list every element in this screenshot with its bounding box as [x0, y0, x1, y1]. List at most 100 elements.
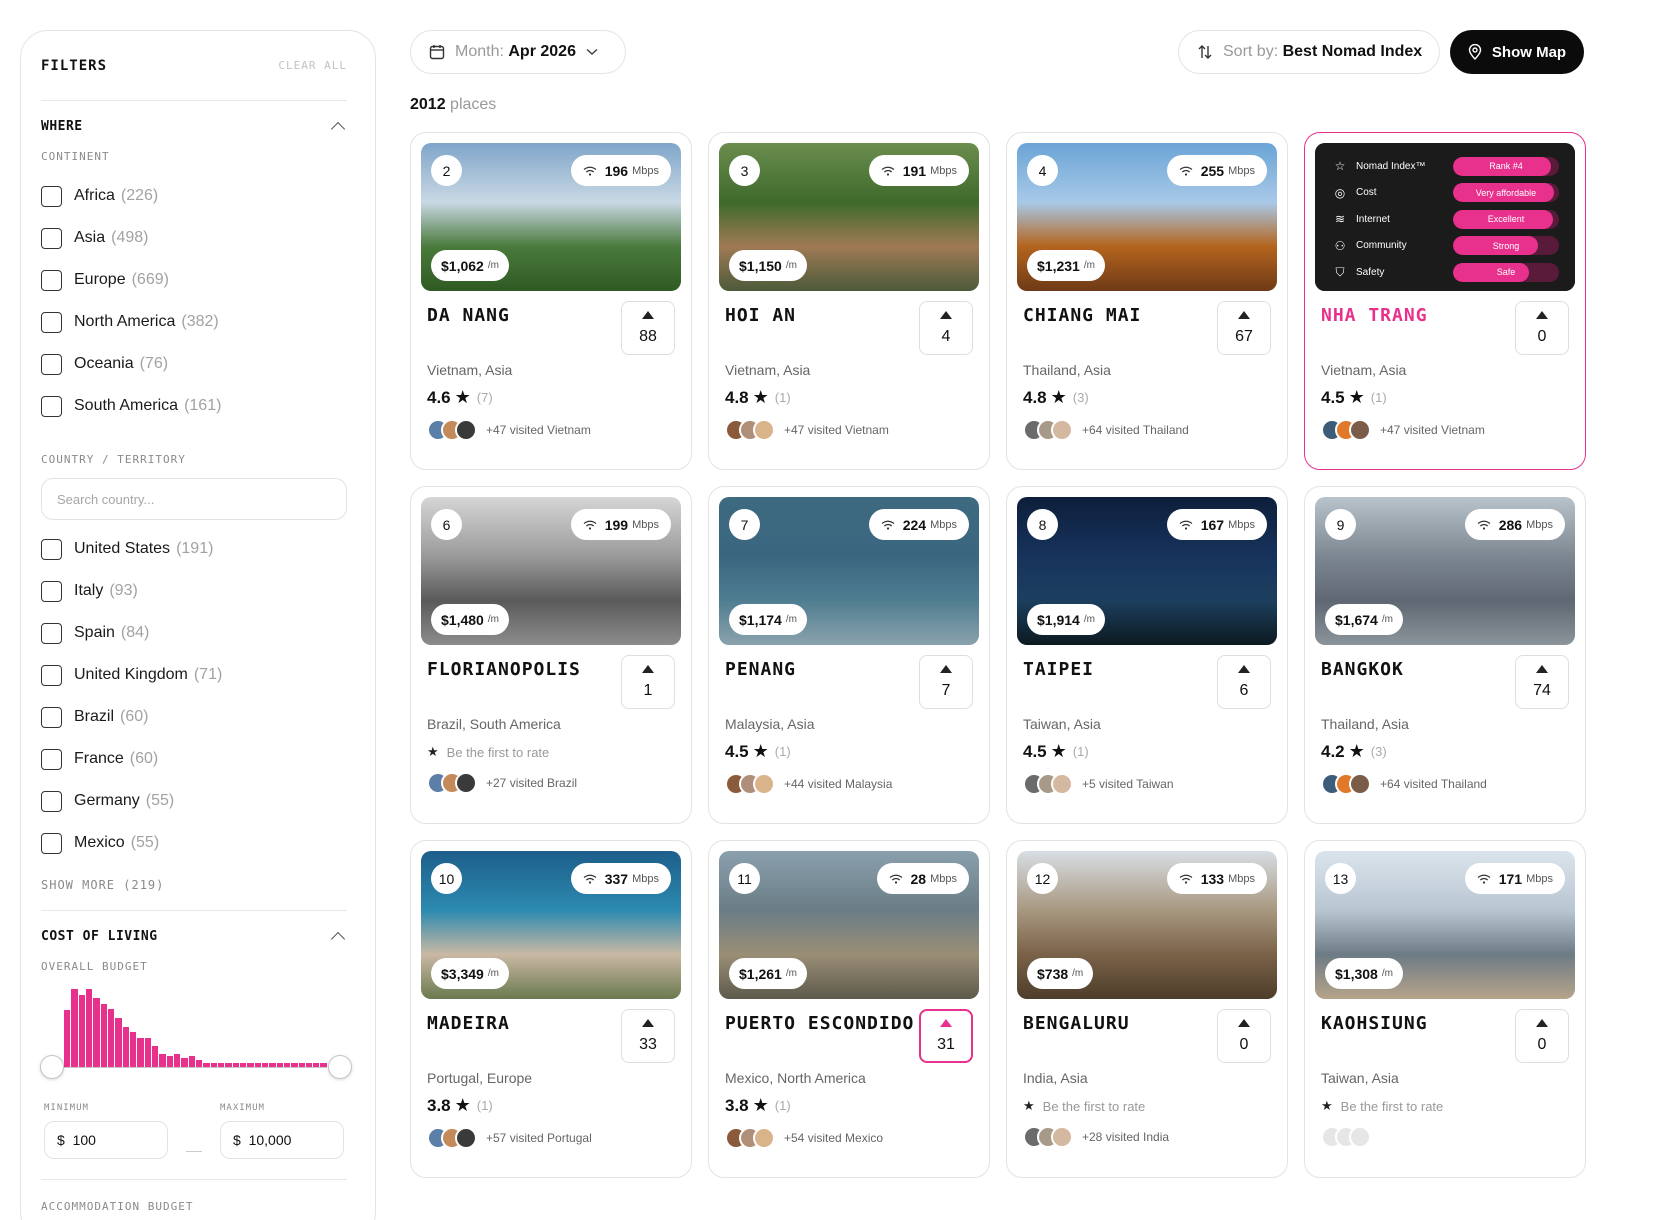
upvote-button[interactable]: 31: [919, 1009, 973, 1063]
place-card[interactable]: 2 196 Mbps $1,062/m DA NANG 88 Vietnam, Asia 4.…: [410, 132, 692, 470]
sort-arrows-icon: [1198, 45, 1212, 59]
checkbox[interactable]: [41, 748, 62, 770]
country-option[interactable]: Brazil (60): [41, 696, 347, 738]
checkbox[interactable]: [41, 353, 62, 375]
country-option[interactable]: Italy (93): [41, 570, 347, 612]
place-card[interactable]: 8 167 Mbps $1,914/m TAIPEI 6 Taiwan, Asia 4.5 ★ (…: [1006, 486, 1288, 824]
place-card[interactable]: 7 224 Mbps $1,174/m PENANG 7 Malaysia, Asia 4.5…: [708, 486, 990, 824]
place-location: Vietnam, Asia: [1321, 362, 1407, 378]
slider-track[interactable]: [61, 1067, 327, 1068]
upvote-button[interactable]: 67: [1217, 301, 1271, 355]
month-selector[interactable]: Month: Apr 2026: [410, 30, 626, 74]
currency-symbol: $: [233, 1132, 241, 1148]
checkbox[interactable]: [41, 269, 62, 291]
place-card[interactable]: 6 199 Mbps $1,480/m FLORIANOPOLIS 1 Brazil, So…: [410, 486, 692, 824]
sort-selector[interactable]: Sort by: Best Nomad Index: [1178, 30, 1440, 74]
country-option[interactable]: France (60): [41, 738, 347, 780]
people-icon: ⚇: [1334, 238, 1346, 253]
nomad-label-text: Cost: [1356, 187, 1377, 199]
place-card[interactable]: 9 286 Mbps $1,674/m BANGKOK 74 Thailand, Asia 4…: [1304, 486, 1586, 824]
cost-section-header[interactable]: COST OF LIVING: [41, 929, 347, 947]
country-option[interactable]: Spain (84): [41, 612, 347, 654]
upvote-button[interactable]: 88: [621, 301, 675, 355]
wifi-icon: [583, 874, 597, 884]
upvote-button[interactable]: 0: [1217, 1009, 1271, 1063]
star-icon: ☆: [1334, 159, 1346, 174]
country-option[interactable]: United States (191): [41, 528, 347, 570]
histogram-bar: [166, 1055, 173, 1067]
checkbox[interactable]: [41, 580, 62, 602]
upvote-button[interactable]: 7: [919, 655, 973, 709]
rank-badge: 8: [1027, 509, 1058, 540]
continent-option[interactable]: North America (382): [41, 301, 347, 343]
slider-min-handle[interactable]: [40, 1055, 64, 1079]
checkbox[interactable]: [41, 664, 62, 686]
price-badge: $1,231/m: [1027, 250, 1105, 281]
checkbox[interactable]: [41, 706, 62, 728]
month-value: Apr 2026: [508, 43, 576, 60]
continent-option[interactable]: Oceania (76): [41, 343, 347, 385]
place-card[interactable]: 4 255 Mbps $1,231/m CHIANG MAI 67 Thailand, As…: [1006, 132, 1288, 470]
place-card[interactable]: ☆ Nomad Index™ Rank #4 ◎ Cost Very affordable…: [1304, 132, 1586, 470]
upvote-button[interactable]: 74: [1515, 655, 1569, 709]
upvote-button[interactable]: 1: [621, 655, 675, 709]
place-card[interactable]: 11 28 Mbps $1,261/m PUERTO ESCONDIDO 31 Mexico…: [708, 840, 990, 1178]
upvote-button[interactable]: 0: [1515, 1009, 1569, 1063]
range-dash: [186, 1151, 202, 1152]
chevron-up-icon[interactable]: [330, 931, 346, 947]
avatar: [753, 1127, 775, 1149]
show-map-button[interactable]: Show Map: [1450, 30, 1584, 74]
maximum-input[interactable]: $ 10,000: [220, 1121, 344, 1159]
upvote-button[interactable]: 33: [621, 1009, 675, 1063]
country-option[interactable]: United Kingdom (71): [41, 654, 347, 696]
continent-option[interactable]: Europe (669): [41, 259, 347, 301]
minimum-input[interactable]: $ 100: [44, 1121, 168, 1159]
upvote-button[interactable]: 4: [919, 301, 973, 355]
checkbox[interactable]: [41, 185, 62, 207]
continent-option[interactable]: Africa (226): [41, 175, 347, 217]
country-option[interactable]: Germany (55): [41, 780, 347, 822]
where-section-header[interactable]: WHERE: [41, 119, 347, 137]
chevron-up-icon[interactable]: [330, 121, 346, 137]
place-card[interactable]: 12 133 Mbps $738/m BENGALURU 0 India, Asia ★ Be …: [1006, 840, 1288, 1178]
checkbox[interactable]: [41, 832, 62, 854]
slider-max-handle[interactable]: [328, 1055, 352, 1079]
checkbox[interactable]: [41, 227, 62, 249]
country-option[interactable]: Mexico (55): [41, 822, 347, 864]
place-card[interactable]: 13 171 Mbps $1,308/m KAOHSIUNG 0 Taiwan, Asia ★…: [1304, 840, 1586, 1178]
upvote-button[interactable]: 0: [1515, 301, 1569, 355]
country-count: (84): [120, 624, 150, 641]
avatar: [1349, 773, 1371, 795]
checkbox[interactable]: [41, 790, 62, 812]
show-more-button[interactable]: SHOW MORE (219): [41, 878, 347, 911]
checkbox[interactable]: [41, 622, 62, 644]
checkbox[interactable]: [41, 538, 62, 560]
place-photo: ☆ Nomad Index™ Rank #4 ◎ Cost Very affordable…: [1315, 143, 1575, 291]
checkbox[interactable]: [41, 311, 62, 333]
wifi-icon: [889, 874, 902, 884]
place-card[interactable]: 3 191 Mbps $1,150/m HOI AN 4 Vietnam, Asia 4.8 ★…: [708, 132, 990, 470]
upvote-arrow-icon: [1238, 664, 1250, 673]
wifi-icon: [1477, 874, 1491, 884]
avatar-stack: [725, 773, 775, 795]
upvote-button[interactable]: 6: [1217, 655, 1271, 709]
maximum-column: MAXIMUM $ 10,000: [220, 1103, 344, 1159]
clear-all-button[interactable]: CLEAR ALL: [278, 59, 347, 72]
histogram-bar: [137, 1038, 144, 1067]
continent-count: (669): [131, 271, 169, 288]
first-to-rate[interactable]: Be the first to rate: [447, 745, 550, 760]
first-to-rate[interactable]: Be the first to rate: [1341, 1099, 1444, 1114]
wifi-icon: [881, 520, 895, 530]
continent-option[interactable]: Asia (498): [41, 217, 347, 259]
country-name: United Kingdom: [74, 666, 188, 683]
checkbox[interactable]: [41, 395, 62, 417]
search-country-input[interactable]: Search country...: [41, 478, 347, 520]
first-to-rate[interactable]: Be the first to rate: [1043, 1099, 1146, 1114]
upvote-count: 6: [1239, 681, 1249, 699]
country-label: COUNTRY / TERRITORY: [41, 453, 186, 466]
place-card[interactable]: 10 337 Mbps $3,349/m MADEIRA 33 Portugal, Euro…: [410, 840, 692, 1178]
star-icon: ★: [1348, 387, 1365, 407]
visited-text: +28 visited India: [1082, 1130, 1170, 1144]
continent-option[interactable]: South America (161): [41, 385, 347, 427]
star-icon: ★: [1050, 387, 1067, 407]
